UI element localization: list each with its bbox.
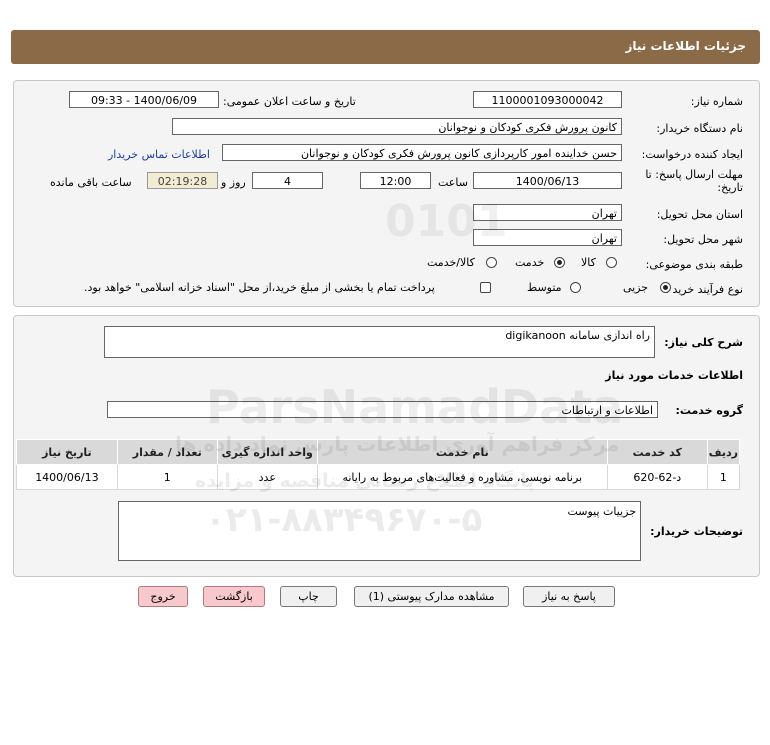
announce-field: 1400/06/09 - 09:33 [69,91,219,108]
buyer-field: کانون پرورش فکری کودکان و نوجوانان [172,118,622,135]
category-option-goods-service: کالا/خدمت [427,256,475,269]
city-field: تهران [473,229,622,246]
treasury-payment-note: پرداخت تمام یا بخشی از مبلغ خرید،از محل … [84,281,435,294]
services-heading: اطلاعات خدمات مورد نیاز [605,369,743,382]
cell-quantity: 1 [116,464,218,490]
category-radio-goods-service[interactable] [486,257,497,268]
deadline-date-field: 1400/06/13 [473,172,622,189]
contact-info-link[interactable]: اطلاعات تماس خریدار [108,148,210,161]
summary-field: راه اندازی سامانه digikanoon [104,326,655,358]
col-quantity: تعداد / مقدار [116,439,218,465]
need-number-field: 1100001093000042 [473,91,622,108]
summary-label: شرح کلی نیاز: [664,336,743,349]
col-date: تاریخ نیاز [16,439,118,465]
province-label: استان محل تحویل: [656,208,743,221]
process-option-minor: جزیی [623,281,649,294]
table-header-row: ردیف کد خدمت نام خدمت واحد اندازه گیری ت… [16,439,741,465]
service-group-field: اطلاعات و ارتباطات [107,401,658,418]
process-option-medium: متوسط [527,281,562,294]
treasury-payment-checkbox[interactable] [480,282,491,293]
col-code: کد خدمت [606,439,708,465]
print-button[interactable]: چاپ [280,586,337,607]
table-row: 1 د-62-620 برنامه نویسی، مشاوره و فعالیت… [16,464,741,490]
exit-button[interactable]: خروج [138,586,188,607]
process-radio-medium[interactable] [570,282,581,293]
page-title: جزئیات اطلاعات نیاز [625,39,746,53]
deadline-label-2: تاریخ: [717,181,743,194]
days-field: 4 [252,172,323,189]
view-attachments-button[interactable]: مشاهده مدارک پیوستی (1) [354,586,509,607]
remaining-label: ساعت باقی مانده [50,176,132,189]
category-radio-service[interactable] [554,257,565,268]
buyer-notes-field: جزییات پیوست [118,501,641,561]
process-radio-minor[interactable] [660,282,671,293]
province-field: تهران [473,204,622,221]
cell-code: د-62-620 [606,464,708,490]
info-panel [13,80,760,307]
buyer-notes-label: توضیحات خریدار: [650,525,743,538]
city-label: شهر محل تحویل: [663,233,743,246]
deadline-label: مهلت ارسال پاسخ: تا [645,168,743,181]
cell-date: 1400/06/13 [16,464,118,490]
requester-label: ایجاد کننده درخواست: [641,148,743,161]
category-option-goods: کالا [581,256,596,269]
reply-button[interactable]: پاسخ به نیاز [523,586,615,607]
col-name: نام خدمت [316,439,608,465]
need-number-label: شماره نیاز: [690,95,743,108]
cell-name: برنامه نویسی، مشاوره و فعالیت‌های مربوط … [316,464,608,490]
cell-unit: عدد [216,464,318,490]
cell-row: 1 [706,464,741,490]
category-label: طبقه بندی موضوعی: [645,258,743,271]
back-button[interactable]: بازگشت [203,586,265,607]
days-label: روز و [221,176,246,189]
remaining-time-field: 02:19:28 [147,172,218,189]
deadline-time-field: 12:00 [360,172,431,189]
process-label: نوع فرآیند خرید : [665,283,743,296]
buyer-label: نام دستگاه خریدار: [656,122,743,135]
category-radio-goods[interactable] [606,257,617,268]
time-label: ساعت [438,176,468,189]
category-option-service: خدمت [515,256,545,269]
announce-label: تاریخ و ساعت اعلان عمومی: [223,95,356,108]
page-header: جزئیات اطلاعات نیاز [11,30,760,64]
col-unit: واحد اندازه گیری [216,439,318,465]
services-table: ردیف کد خدمت نام خدمت واحد اندازه گیری ت… [16,439,741,490]
col-row: ردیف [706,439,741,465]
requester-field: حسن خداینده امور کارپردازی کانون پرورش ف… [222,144,622,161]
service-group-label: گروه خدمت: [675,404,743,417]
